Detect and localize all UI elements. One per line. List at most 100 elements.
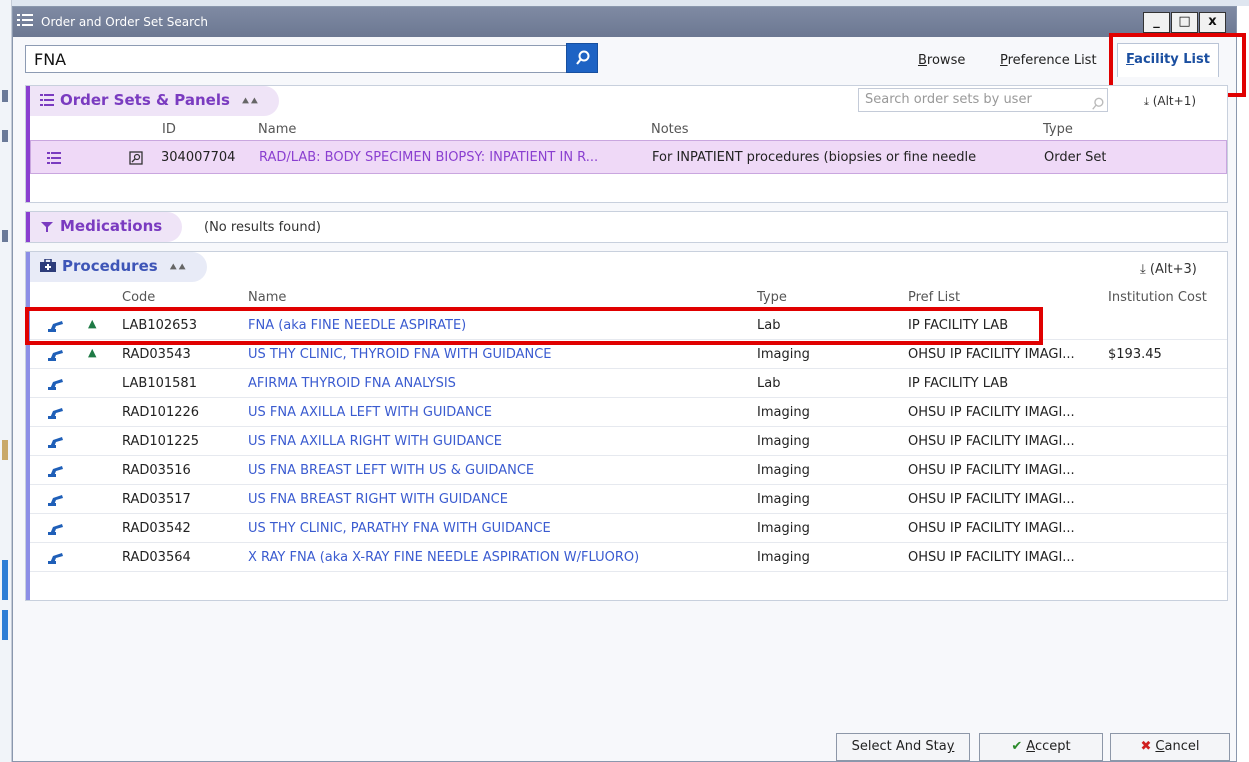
search-button[interactable] (566, 43, 598, 73)
table-row[interactable]: LAB101581 AFIRMA THYROID FNA ANALYSIS Lab I… (30, 370, 1227, 398)
procedure-name-link[interactable]: X RAY FNA (aka X-RAY FINE NEEDLE ASPIRAT… (248, 550, 748, 565)
tab-browse[interactable]: Browse (918, 53, 965, 68)
maximize-icon: □ (1178, 14, 1191, 29)
order-sets-title: Order Sets & Panels (60, 91, 230, 109)
list-icon (17, 14, 33, 26)
procedure-pref-list: OHSU IP FACILITY IMAGI... (908, 405, 1075, 420)
procedure-order-icon (48, 466, 63, 477)
procedures-panel: Procedures ⯅⯅ ⤓ (Alt+3) Code Name Type P… (25, 251, 1228, 601)
procedure-kit-icon (40, 258, 56, 272)
table-row[interactable]: RAD03516 US FNA BREAST LEFT WITH US & GUI… (30, 457, 1227, 485)
check-icon: ✔ (1011, 739, 1023, 754)
background-app-strip (0, 0, 12, 762)
procedure-name-link[interactable]: US FNA BREAST RIGHT WITH GUIDANCE (248, 492, 748, 507)
procedure-pref-list: OHSU IP FACILITY IMAGI... (908, 347, 1075, 362)
col-head-notes: Notes (651, 122, 689, 137)
table-row[interactable]: RAD03564 X RAY FNA (aka X-RAY FINE NEEDLE… (30, 544, 1227, 572)
procedure-pref-list: OHSU IP FACILITY IMAGI... (908, 492, 1075, 507)
procedure-type: Imaging (757, 521, 810, 536)
order-set-type: Order Set (1044, 150, 1107, 165)
search-icon (576, 50, 590, 65)
procedure-code: RAD101226 (122, 405, 200, 420)
procedure-name-link[interactable]: US FNA AXILLA LEFT WITH GUIDANCE (248, 405, 748, 420)
procedure-type: Imaging (757, 492, 810, 507)
procedure-order-icon (48, 553, 63, 564)
close-icon: x (1208, 14, 1217, 29)
procedure-name-link[interactable]: US FNA BREAST LEFT WITH US & GUIDANCE (248, 463, 748, 478)
procedure-pref-list: IP FACILITY LAB (908, 376, 1009, 391)
title-bar[interactable]: Order and Order Set Search _ □ x (13, 7, 1236, 37)
procedure-name-link[interactable]: US THY CLINIC, THYROID FNA WITH GUIDANCE (248, 347, 748, 362)
procedure-code: LAB101581 (122, 376, 197, 391)
priority-up-icon: ▲ (88, 346, 97, 359)
order-set-icon (47, 152, 61, 164)
procedures-jump-shortcut[interactable]: ⤓ (Alt+3) (1140, 262, 1197, 277)
order-search-dialog: Order and Order Set Search _ □ x Browse … (12, 6, 1246, 762)
order-sets-jump-shortcut[interactable]: ⤓ (Alt+1) (1144, 94, 1196, 109)
procedure-code: RAD101225 (122, 434, 200, 449)
search-input[interactable] (25, 45, 579, 73)
accept-button[interactable]: ✔ Accept (979, 733, 1103, 761)
medications-header[interactable]: Medications (30, 212, 183, 242)
order-set-user-search-placeholder: Search order sets by user (865, 92, 1032, 107)
cancel-x-icon: ✖ (1140, 739, 1152, 754)
table-row[interactable]: ▲ RAD03543 US THY CLINIC, THYROID FNA WITH… (30, 341, 1227, 369)
procedure-type: Imaging (757, 550, 810, 565)
medication-icon (41, 222, 53, 232)
col-head-code: Code (122, 290, 156, 305)
jump-icon: ⤓ (1144, 95, 1149, 108)
procedure-pref-list: OHSU IP FACILITY IMAGI... (908, 521, 1075, 536)
order-set-icon (40, 94, 54, 106)
procedure-pref-list: OHSU IP FACILITY IMAGI... (908, 463, 1075, 478)
procedure-code: RAD03542 (122, 521, 191, 536)
search-icon (1092, 97, 1104, 110)
cancel-button[interactable]: ✖ Cancel (1110, 733, 1230, 761)
procedure-type: Lab (757, 376, 781, 391)
col-head-name: Name (248, 290, 287, 305)
collapse-icon: ⯅⯅ (241, 95, 259, 108)
order-sets-header[interactable]: Order Sets & Panels ⯅⯅ (30, 86, 279, 116)
procedure-code: RAD03517 (122, 492, 191, 507)
order-set-name-link[interactable]: RAD/LAB: BODY SPECIMEN BIOPSY: INPATIENT… (259, 150, 649, 165)
procedure-order-icon (48, 350, 63, 361)
procedure-pref-list: OHSU IP FACILITY IMAGI... (908, 550, 1075, 565)
procedure-code: RAD03516 (122, 463, 191, 478)
procedure-name-link[interactable]: AFIRMA THYROID FNA ANALYSIS (248, 376, 748, 391)
col-head-id: ID (162, 122, 176, 137)
table-row[interactable]: RAD03542 US THY CLINIC, PARATHY FNA WITH … (30, 515, 1227, 543)
procedure-cost: $193.45 (1108, 347, 1162, 362)
table-row[interactable]: 304007704 RAD/LAB: BODY SPECIMEN BIOPSY:… (30, 140, 1227, 174)
medications-panel: Medications (No results found) (25, 211, 1228, 243)
preview-icon[interactable] (129, 151, 143, 165)
annotation-highlight-fna-row (25, 307, 1043, 345)
procedure-code: RAD03543 (122, 347, 191, 362)
medications-status: (No results found) (204, 220, 321, 235)
tab-preference-list[interactable]: Preference List (1000, 53, 1097, 68)
minimize-icon: _ (1153, 14, 1160, 29)
table-row[interactable]: RAD101226 US FNA AXILLA LEFT WITH GUIDANC… (30, 399, 1227, 427)
procedures-title: Procedures (62, 257, 158, 275)
table-row[interactable]: RAD101225 US FNA AXILLA RIGHT WITH GUIDAN… (30, 428, 1227, 456)
order-set-id: 304007704 (161, 150, 236, 165)
col-head-institution-cost: Institution Cost (1108, 290, 1207, 305)
order-sets-panel: Order Sets & Panels ⯅⯅ Search order sets… (25, 85, 1228, 203)
col-head-type: Type (1043, 122, 1073, 137)
collapse-icon: ⯅⯅ (168, 261, 187, 274)
procedure-order-icon (48, 495, 63, 506)
maximize-button[interactable]: □ (1171, 12, 1198, 33)
procedure-order-icon (48, 437, 63, 448)
col-head-name: Name (258, 122, 297, 137)
order-set-user-search[interactable]: Search order sets by user (858, 88, 1108, 112)
jump-icon: ⤓ (1140, 262, 1146, 277)
select-and-stay-button[interactable]: Select And Stay (836, 733, 970, 761)
procedure-type: Imaging (757, 405, 810, 420)
procedures-header[interactable]: Procedures ⯅⯅ (30, 252, 207, 282)
table-row[interactable]: RAD03517 US FNA BREAST RIGHT WITH GUIDANC… (30, 486, 1227, 514)
procedure-type: Imaging (757, 347, 810, 362)
close-button[interactable]: x (1199, 12, 1226, 33)
order-set-notes: For INPATIENT procedures (biopsies or fi… (652, 150, 977, 165)
procedure-name-link[interactable]: US FNA AXILLA RIGHT WITH GUIDANCE (248, 434, 748, 449)
procedure-order-icon (48, 408, 63, 419)
procedure-name-link[interactable]: US THY CLINIC, PARATHY FNA WITH GUIDANCE (248, 521, 748, 536)
minimize-button[interactable]: _ (1143, 12, 1170, 33)
